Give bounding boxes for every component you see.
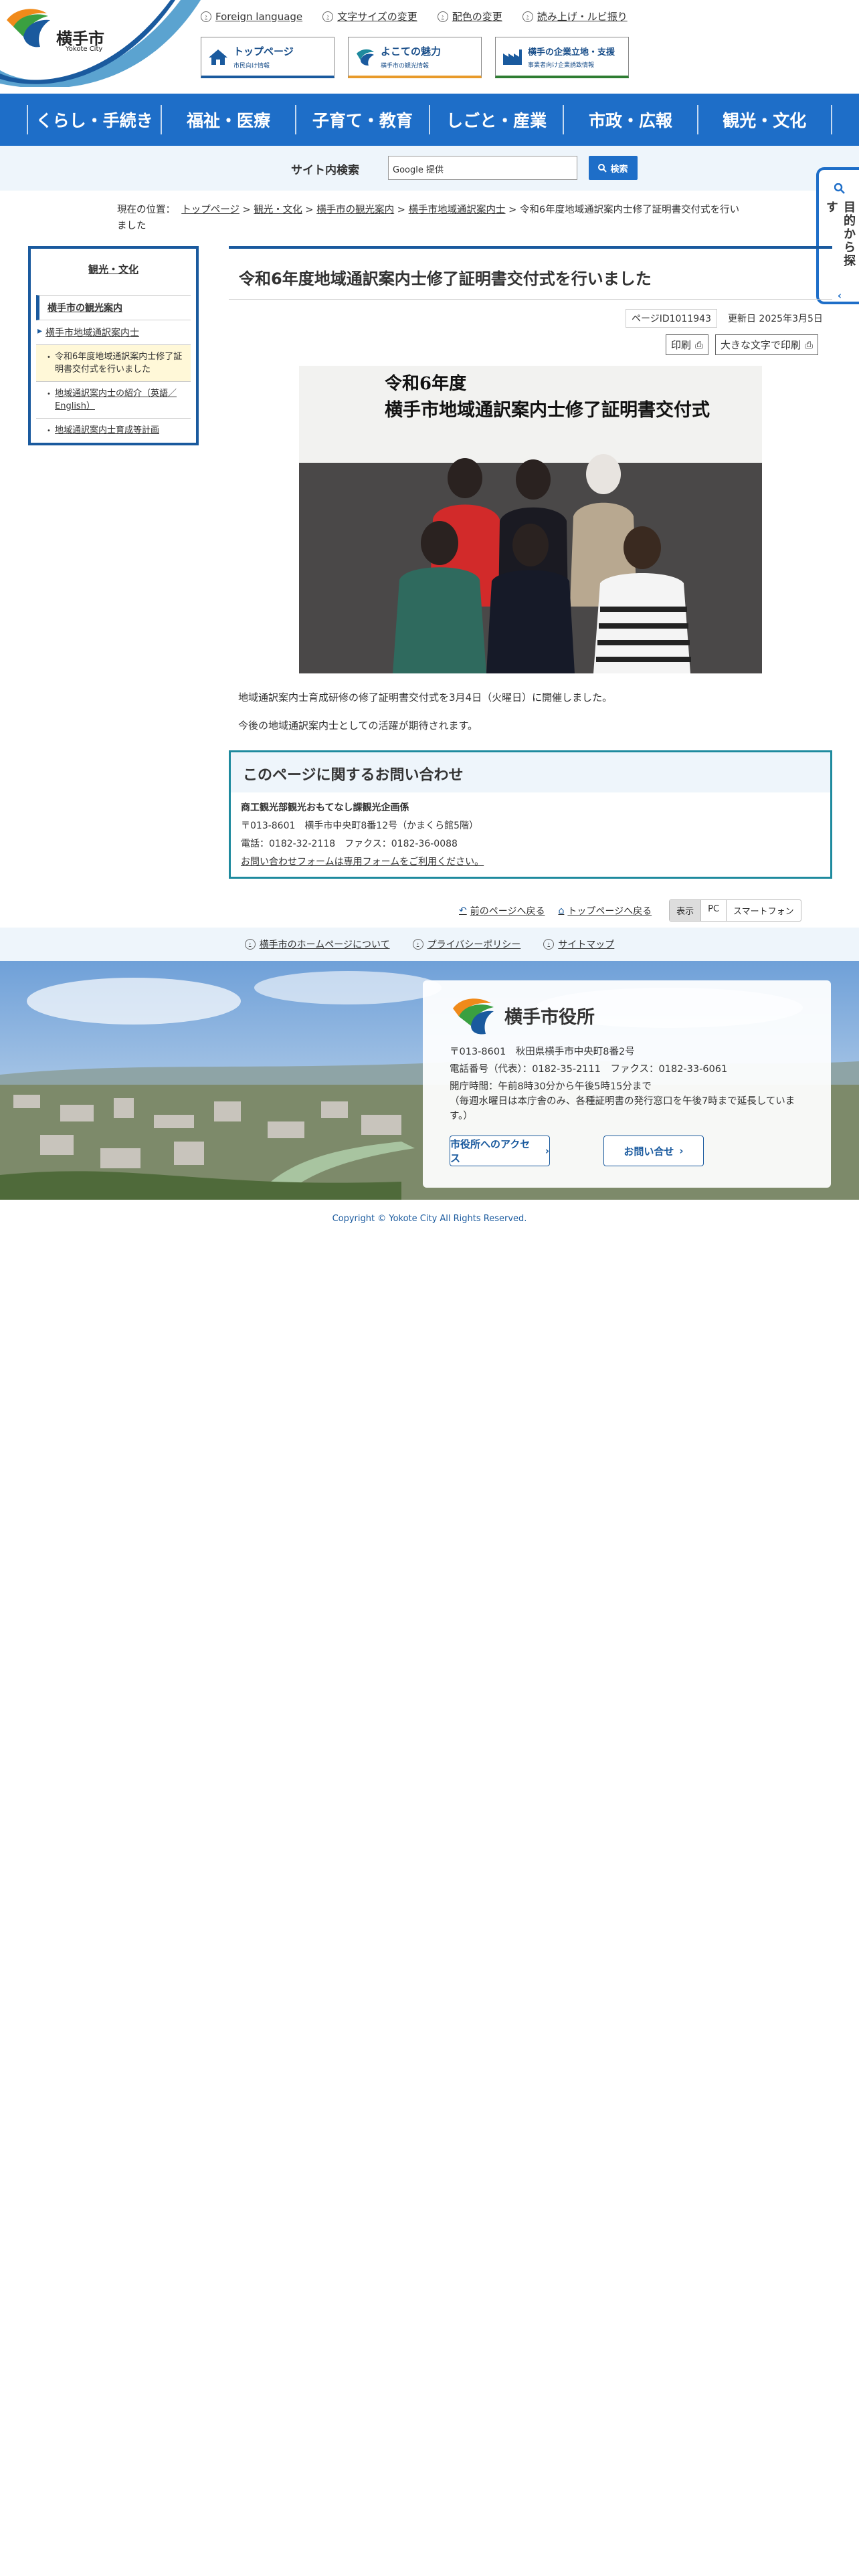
search-label: サイト内検索 — [291, 164, 359, 177]
access-button[interactable]: 市役所へのアクセス › — [450, 1136, 550, 1166]
globe-icon: › — [201, 11, 211, 22]
triangle-right-icon: ▸ — [37, 326, 43, 336]
nav-welfare[interactable]: 福祉・医療 — [161, 105, 294, 134]
home-icon — [209, 49, 227, 65]
nav-work[interactable]: しごと・産業 — [428, 105, 563, 134]
utility-links: › Foreign language › 文字サイズの変更 › 配色の変更 › 読み上げ… — [201, 9, 628, 23]
chevron-right-icon: › — [244, 939, 256, 950]
contact-box: このページに関するお問い合わせ 商工観光部観光おもてなし課観光企画係 〒013-… — [229, 750, 832, 879]
top-link[interactable]: ⌂ トップページへ戻る — [558, 904, 652, 918]
color-scheme-link[interactable]: › 配色の変更 — [437, 9, 502, 23]
breadcrumb: 現在の位置： トップページ > 観光・文化 > 横手市の観光案内 > 横手市地域… — [117, 205, 740, 231]
updated-date: 更新日 2025年3月5日 — [727, 314, 823, 324]
contact-form-link[interactable]: お問い合わせフォームは専用フォームをご利用ください。 — [241, 857, 484, 867]
bullet-icon: • — [47, 391, 51, 398]
chevron-right-icon: › — [543, 939, 555, 950]
city-office-card: 横手市役所 〒013-8601 秋田県横手市中央町8番2号 電話番号（代表）：0… — [423, 980, 831, 1188]
nav-tourism[interactable]: 観光・文化 — [696, 105, 832, 134]
site-search: サイト内検索 Google 提供 検索 — [0, 146, 859, 191]
inquiry-button[interactable]: お問い合せ › — [603, 1136, 704, 1166]
body-paragraph: 今後の地域通訳案内士としての活躍が期待されます。 — [238, 720, 478, 732]
printer-icon: ⎙ — [695, 338, 704, 351]
nav-childcare[interactable]: 子育て・教育 — [294, 105, 429, 134]
print-button[interactable]: 印刷 ⎙ — [666, 334, 709, 355]
office-hours-note: （毎週水曜日は本庁舎のみ、各種証明書の発行窓口を午後7時まで延長しています。） — [450, 1096, 795, 1121]
global-nav: くらし・手続き 福祉・医療 子育て・教育 しごと・産業 市政・広報 観光・文化 — [0, 94, 859, 146]
footer-link-about[interactable]: › 横手市のホームページについて — [244, 938, 390, 951]
yokote-charm-button[interactable]: よこての魅力 横手市の観光情報 — [348, 37, 482, 78]
chevron-right-icon: › — [679, 1145, 684, 1157]
foreign-language-link[interactable]: › Foreign language — [201, 9, 302, 23]
contact-address: 〒013-8601 横手市中央町8番12号（かまくら館5階） — [241, 821, 479, 831]
search-icon — [834, 183, 845, 194]
factory-icon — [503, 49, 522, 65]
sidebar: 観光・文化 横手市の観光案内 ▸ 横手市地域通訳案内士 • 令和6年度地域通訳案内士… — [28, 246, 199, 445]
page-id: ページID1011943 — [626, 309, 717, 328]
logo-mark-icon — [357, 49, 374, 66]
display-label: 表示 — [670, 900, 702, 921]
search-icon — [598, 163, 607, 173]
site-logo[interactable]: 横手市 Yokote City — [0, 0, 201, 89]
display-sp-button[interactable]: スマートフォン — [727, 900, 801, 921]
footer-link-privacy[interactable]: › プライバシーポリシー — [412, 938, 520, 951]
print-large-button[interactable]: 大きな文字で印刷 ⎙ — [715, 334, 819, 355]
site-name-en: Yokote City — [66, 45, 103, 53]
display-switch: 表示 PC スマートフォン — [669, 899, 801, 922]
printer-icon: ⎙ — [805, 338, 814, 351]
page-title: 令和6年度地域通訳案内士修了証明書交付式を行いました — [229, 246, 832, 300]
city-office-name: 横手市役所 — [504, 1006, 595, 1028]
sidebar-item-intro[interactable]: • 地域通訳案内士の紹介（英語／English） — [36, 382, 191, 419]
sidebar-title[interactable]: 観光・文化 — [31, 262, 196, 276]
photo-caption-title: 横手市地域通訳案内士修了証明書交付式 — [385, 400, 710, 421]
bullet-icon: • — [47, 427, 51, 435]
city-logo-icon — [453, 998, 494, 1035]
breadcrumb-tourism[interactable]: 観光・文化 — [254, 205, 302, 215]
nav-living[interactable]: くらし・手続き — [27, 105, 161, 134]
contact-phone: 電話：0182-32-2118 ファクス：0182-36-0088 — [241, 839, 458, 849]
office-hours: 開庁時間：午前8時30分から午後5時15分まで — [450, 1081, 652, 1092]
breadcrumb-guide[interactable]: 横手市の観光案内 — [316, 205, 394, 215]
sidebar-item-current[interactable]: • 令和6年度地域通訳案内士修了証明書交付式を行いました — [36, 345, 191, 382]
search-input[interactable]: Google 提供 — [388, 156, 577, 180]
ceremony-photo: 令和6年度 横手市地域通訳案内士修了証明書交付式 — [299, 366, 762, 673]
display-pc-button[interactable]: PC — [701, 900, 727, 921]
text-size-link[interactable]: › 文字サイズの変更 — [322, 9, 417, 23]
search-button[interactable]: 検索 — [589, 156, 638, 180]
chevron-right-icon: › — [545, 1145, 549, 1157]
page-meta: ページID1011943 更新日 2025年3月5日 — [626, 309, 826, 328]
chevron-right-icon: › — [412, 939, 423, 950]
office-phone: 電話番号（代表）：0182-35-2111 ファクス：0182-33-6061 — [450, 1064, 728, 1075]
business-location-button[interactable]: 横手の企業立地・支援 事業者向け企業誘致情報 — [495, 37, 629, 78]
breadcrumb-interpreter[interactable]: 横手市地域通訳案内士 — [409, 205, 506, 215]
copyright: Copyright © Yokote City All Rights Reser… — [332, 1214, 527, 1224]
print-controls: 印刷 ⎙ 大きな文字で印刷 ⎙ — [666, 334, 819, 355]
footer-link-sitemap[interactable]: › サイトマップ — [543, 938, 614, 951]
sidebar-item-guide[interactable]: 横手市の観光案内 — [36, 295, 191, 320]
read-aloud-link[interactable]: › 読み上げ・ルビ振り — [522, 9, 628, 23]
office-address: 〒013-8601 秋田県横手市中央町8番2号 — [450, 1047, 635, 1057]
nav-city[interactable]: 市政・広報 — [563, 105, 696, 134]
back-arrow-icon: ↶ — [459, 905, 467, 916]
contact-dept: 商工観光部観光おもてなし課観光企画係 — [241, 802, 409, 813]
breadcrumb-top[interactable]: トップページ — [181, 205, 240, 215]
body-paragraph: 地域通訳案内士育成研修の修了証明書交付式を3月4日（火曜日）に開催しました。 — [238, 691, 613, 704]
sidebar-item-plan[interactable]: • 地域通訳案内士育成等計画 — [36, 419, 191, 442]
speaker-icon: › — [522, 11, 533, 22]
color-icon: › — [437, 11, 448, 22]
sidebar-item-interpreter[interactable]: ▸ 横手市地域通訳案内士 — [36, 320, 191, 345]
back-link[interactable]: ↶ 前のページへ戻る — [459, 904, 545, 918]
contact-heading: このページに関するお問い合わせ — [231, 752, 830, 792]
home-icon: ⌂ — [558, 905, 565, 916]
bottom-nav: ↶ 前のページへ戻る ⌂ トップページへ戻る 表示 PC スマートフォン — [459, 899, 801, 922]
photo-caption-year: 令和6年度 — [385, 374, 467, 394]
bullet-icon: • — [47, 354, 51, 361]
footer-links: › 横手市のホームページについて › プライバシーポリシー › サイトマップ — [0, 928, 859, 961]
text-size-icon: › — [322, 11, 334, 22]
chevron-left-icon: ‹ — [837, 290, 842, 302]
top-page-button[interactable]: トップページ 市民向け情報 — [201, 37, 335, 78]
